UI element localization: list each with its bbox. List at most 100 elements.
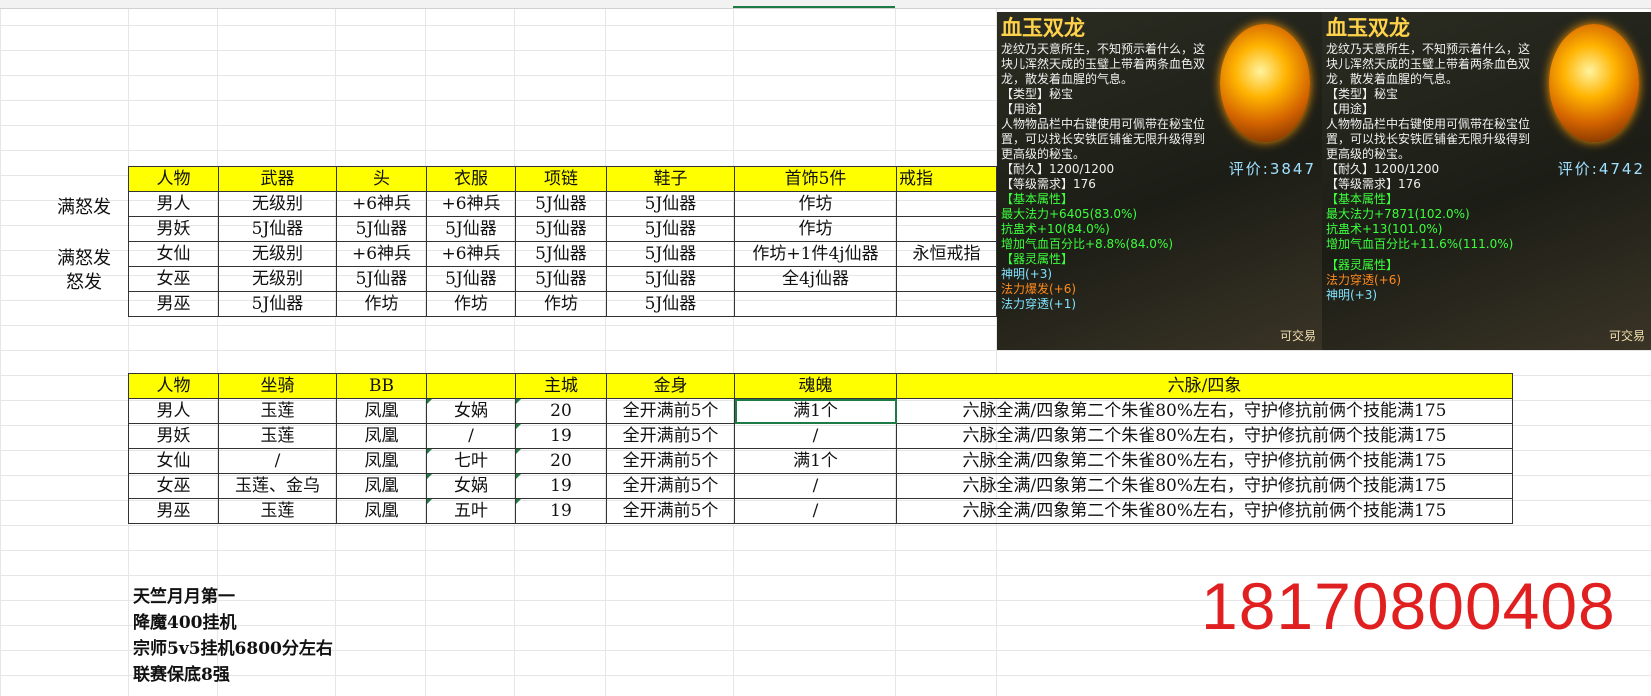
table-cell[interactable]: 20 [515,398,607,424]
table-cell[interactable]: 作坊 [734,191,897,217]
table-cell[interactable]: 无级别 [218,266,337,292]
table-cell[interactable]: 女仙 [128,241,219,267]
table-cell[interactable]: +6神兵 [336,191,427,217]
table-cell[interactable]: 男人 [128,191,219,217]
active-cell[interactable]: 满1个 [734,398,897,424]
table-cell[interactable]: / [218,448,337,474]
table-cell[interactable]: 5J仙器 [336,266,427,292]
table-cell[interactable]: 5J仙器 [426,216,516,242]
header-cell[interactable]: 魂魄 [734,373,897,399]
header-cell[interactable]: 首饰5件 [734,166,897,192]
table-cell[interactable]: 全开满前5个 [606,423,735,449]
table-cell[interactable]: 七叶 [426,448,516,474]
table-cell[interactable]: 男妖 [128,423,219,449]
table-cell[interactable]: 女仙 [128,448,219,474]
table-cell[interactable]: 20 [515,448,607,474]
table-cell[interactable]: 男巫 [128,498,219,524]
table-cell[interactable]: 无级别 [218,241,337,267]
table-cell[interactable]: 男妖 [128,216,219,242]
attr-line: 最大法力+6405(83.0%) [1001,207,1138,221]
header-cell[interactable]: 六脉/四象 [896,373,1513,399]
table-cell[interactable]: 满1个 [734,448,897,474]
table-cell[interactable]: 全开满前5个 [606,398,735,424]
table-cell[interactable]: 全4j仙器 [734,266,897,292]
table-row: 女仙 无级别 +6神兵 +6神兵 5J仙器 5J仙器 作坊+1件4j仙器 永恒戒… [128,241,997,267]
table-cell[interactable]: 女娲 [426,398,516,424]
table-cell[interactable]: 六脉全满/四象第二个朱雀80%左右，守护修抗前俩个技能满175 [896,498,1513,524]
table-cell[interactable]: 全开满前5个 [606,448,735,474]
table-row: 女仙 / 凤凰 七叶 20 全开满前5个 满1个 六脉全满/四象第二个朱雀80%… [128,448,1513,474]
table-cell[interactable]: 5J仙器 [218,291,337,317]
table-cell[interactable]: 19 [515,473,607,499]
table-cell[interactable]: 5J仙器 [515,266,607,292]
table-cell[interactable]: 5J仙器 [218,216,337,242]
header-cell[interactable]: 戒指 [896,166,997,192]
table-cell[interactable] [896,191,997,217]
table-cell[interactable]: 六脉全满/四象第二个朱雀80%左右，守护修抗前俩个技能满175 [896,473,1513,499]
table-cell[interactable]: 六脉全满/四象第二个朱雀80%左右，守护修抗前俩个技能满175 [896,398,1513,424]
table-cell[interactable]: 男人 [128,398,219,424]
table-cell[interactable]: / [734,423,897,449]
table-cell[interactable]: 男巫 [128,291,219,317]
table-cell[interactable]: 六脉全满/四象第二个朱雀80%左右，守护修抗前俩个技能满175 [896,448,1513,474]
header-cell[interactable]: 坐骑 [218,373,337,399]
table-cell[interactable]: 5J仙器 [606,291,735,317]
table-cell[interactable]: 玉莲 [218,423,337,449]
table-cell[interactable]: 玉莲、金乌 [218,473,337,499]
table-cell[interactable]: +6神兵 [426,191,516,217]
table-cell[interactable]: 5J仙器 [606,216,735,242]
table-cell[interactable]: 5J仙器 [515,241,607,267]
table-cell[interactable]: 五叶 [426,498,516,524]
table-cell[interactable]: 凤凰 [336,423,427,449]
table-cell[interactable]: / [734,473,897,499]
header-cell[interactable]: 主城 [515,373,607,399]
table-cell[interactable]: 5J仙器 [606,241,735,267]
table-cell[interactable]: 19 [515,498,607,524]
table-cell[interactable] [896,291,997,317]
table-cell[interactable]: 作坊+1件4j仙器 [734,241,897,267]
table-cell[interactable]: 作坊 [515,291,607,317]
table-cell[interactable]: +6神兵 [336,241,427,267]
table-cell[interactable]: 凤凰 [336,498,427,524]
table-cell[interactable]: / [734,498,897,524]
table-cell[interactable]: 永恒戒指 [896,241,997,267]
table-cell[interactable]: 女巫 [128,266,219,292]
table-cell[interactable]: 5J仙器 [426,266,516,292]
table-cell[interactable]: 玉莲 [218,498,337,524]
header-cell[interactable]: 武器 [218,166,337,192]
table-cell[interactable]: 5J仙器 [515,191,607,217]
header-cell[interactable] [426,373,516,399]
table-cell[interactable] [734,291,897,317]
item-use: 人物物品栏中右键使用可佩带在秘宝位置，可以找长安铁匠铺雀无限升级得到更高级的秘宝… [1326,117,1531,161]
header-cell[interactable]: 金身 [606,373,735,399]
table-cell[interactable]: 女娲 [426,473,516,499]
table-cell[interactable]: / [426,423,516,449]
table-cell[interactable]: 女巫 [128,473,219,499]
table-cell[interactable]: 凤凰 [336,473,427,499]
table-cell[interactable]: 19 [515,423,607,449]
header-cell[interactable]: BB [336,373,427,399]
table-cell[interactable]: 5J仙器 [515,216,607,242]
table-cell[interactable]: 无级别 [218,191,337,217]
table-cell[interactable]: 全开满前5个 [606,498,735,524]
header-cell[interactable]: 头 [336,166,427,192]
table-cell[interactable]: 5J仙器 [336,216,427,242]
table-cell[interactable] [896,216,997,242]
header-cell[interactable]: 项链 [515,166,607,192]
header-cell[interactable]: 鞋子 [606,166,735,192]
table-cell[interactable]: 5J仙器 [606,266,735,292]
header-cell[interactable]: 人物 [128,373,219,399]
table-cell[interactable]: 5J仙器 [606,191,735,217]
header-cell[interactable]: 人物 [128,166,219,192]
table-cell[interactable]: 凤凰 [336,448,427,474]
table-cell[interactable]: 玉莲 [218,398,337,424]
table-cell[interactable]: 全开满前5个 [606,473,735,499]
table-cell[interactable]: 凤凰 [336,398,427,424]
header-cell[interactable]: 衣服 [426,166,516,192]
table-cell[interactable]: 作坊 [734,216,897,242]
table-cell[interactable]: 作坊 [426,291,516,317]
table-cell[interactable]: 作坊 [336,291,427,317]
table-cell[interactable]: 六脉全满/四象第二个朱雀80%左右，守护修抗前俩个技能满175 [896,423,1513,449]
table-cell[interactable] [896,266,997,292]
table-cell[interactable]: +6神兵 [426,241,516,267]
